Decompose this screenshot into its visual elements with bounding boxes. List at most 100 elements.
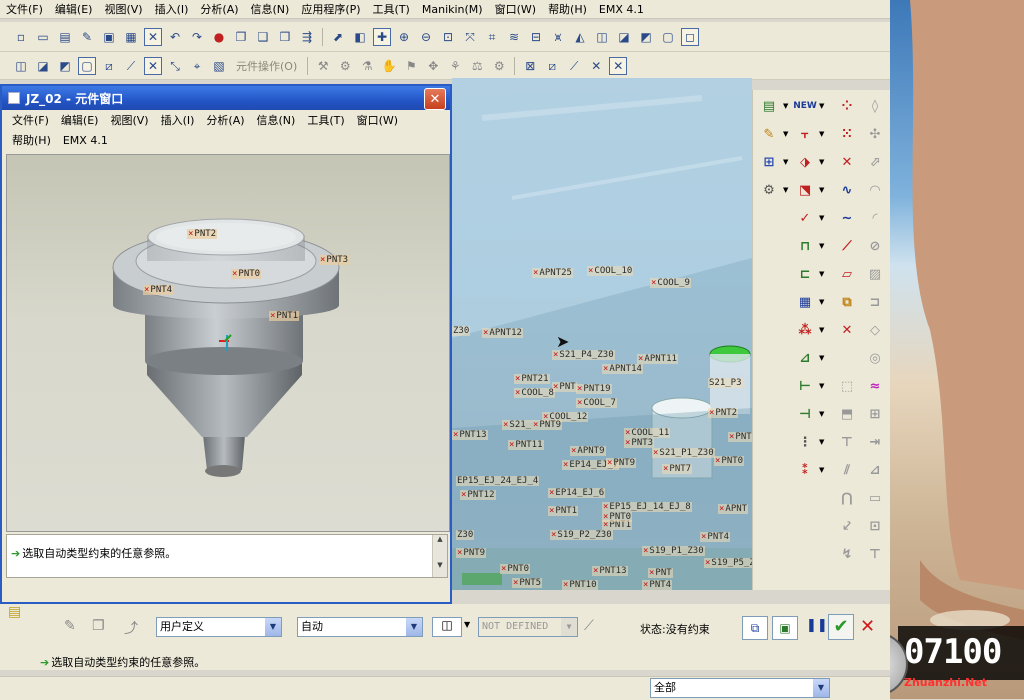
cmenu-emx[interactable]: EMX 4.1 xyxy=(57,134,114,147)
dropdown-arrow-icon[interactable]: ▼ xyxy=(819,382,824,390)
cancel-icon[interactable]: ✕ xyxy=(860,616,875,637)
dropdown-arrow-icon[interactable]: ▼ xyxy=(819,214,824,222)
dropdown-arrow-icon[interactable]: ▼ xyxy=(819,326,824,334)
cube-shaded-icon[interactable]: ▢ xyxy=(78,56,96,75)
constraint-type-select[interactable]: 自动 ▼ xyxy=(297,617,423,637)
component-window-titlebar[interactable]: JZ_02 - 元件窗口 xyxy=(2,86,450,110)
merge-icon[interactable]: ⬒ xyxy=(837,404,857,424)
toroidal-icon[interactable]: ⊤ xyxy=(865,544,885,564)
component-viewport[interactable]: ×PNT2 ×PNT3 ×PNT0 ×PNT4 ×PNT1 xyxy=(6,154,450,532)
pencil-edit-icon[interactable]: ✎ xyxy=(759,124,779,144)
cmenu-file[interactable]: 文件(F) xyxy=(6,112,55,128)
mold-tool-7-icon[interactable]: ⚘ xyxy=(446,57,464,75)
pause-icon[interactable]: ❚❚ xyxy=(806,618,828,633)
mirror-icon[interactable]: ⬚ xyxy=(837,376,857,396)
close-button[interactable]: ✕ xyxy=(424,88,446,110)
constraint-move-icon[interactable]: ⤴ xyxy=(124,618,138,638)
mold-layout-icon[interactable]: ▤ xyxy=(759,96,779,116)
chevron-down-icon[interactable]: ▼ xyxy=(813,679,829,697)
cmenu-analysis[interactable]: 分析(A) xyxy=(200,112,250,128)
mold-tool-6-icon[interactable]: ✥ xyxy=(424,57,442,75)
counter-icon[interactable]: ⁂ xyxy=(795,320,815,340)
new-icon[interactable]: NEW xyxy=(793,96,817,116)
cube-wire-icon[interactable]: ◫ xyxy=(12,57,30,75)
ejector-icon[interactable]: ⫟ xyxy=(795,124,815,144)
axis-icon[interactable]: ⟋ xyxy=(837,236,857,256)
mold-tool-8-icon[interactable]: ⚖ xyxy=(468,57,486,75)
point-display-icon[interactable]: ✕ xyxy=(587,57,605,75)
bolt-icon[interactable]: ⋮ xyxy=(795,432,815,452)
cube-hidden-icon[interactable]: ◪ xyxy=(34,57,52,75)
cmenu-edit[interactable]: 编辑(E) xyxy=(55,112,105,128)
menu-window[interactable]: 窗口(W) xyxy=(489,1,542,17)
scroll-down-icon[interactable]: ▼ xyxy=(433,561,447,569)
dropdown-arrow-icon[interactable]: ▼ xyxy=(783,130,788,138)
separate-window-button[interactable]: ⧉ xyxy=(742,616,768,640)
open-icon[interactable]: ▭ xyxy=(34,28,52,46)
hidden-line-icon[interactable]: ◪ xyxy=(615,28,633,46)
dropdown-arrow-icon[interactable]: ▼ xyxy=(819,130,824,138)
orient-icon[interactable]: ✚ xyxy=(373,27,391,46)
dropdown-arrow-icon[interactable]: ▼ xyxy=(819,242,824,250)
dropdown-arrow-icon[interactable]: ▼ xyxy=(819,438,824,446)
message-scrollbar[interactable]: ▲ ▼ xyxy=(432,535,447,577)
blend-icon[interactable]: ◠ xyxy=(865,180,885,200)
component-operations-label[interactable]: 元件操作(O) xyxy=(236,58,297,74)
table-icon[interactable]: ⊞ xyxy=(865,404,885,424)
offset-select[interactable]: NOT DEFINED ▼ xyxy=(478,617,578,637)
flexible-icon[interactable]: ↯ xyxy=(837,544,857,564)
cmenu-tools[interactable]: 工具(T) xyxy=(301,112,350,128)
wireframe-icon[interactable]: ◫ xyxy=(593,28,611,46)
point-offset-icon[interactable]: ✕ xyxy=(837,152,857,172)
mold-tool-1-icon[interactable]: ⚒ xyxy=(314,57,332,75)
flip-button[interactable]: ◫ xyxy=(432,617,462,637)
menu-tools[interactable]: 工具(T) xyxy=(367,1,416,17)
view-icon[interactable]: ◧ xyxy=(351,28,369,46)
view-manager-icon[interactable]: ⊟ xyxy=(527,28,545,46)
dropdown-arrow-icon[interactable]: ▼ xyxy=(819,158,824,166)
undo-icon[interactable]: ↶ xyxy=(166,28,184,46)
redo-icon[interactable]: ↷ xyxy=(188,28,206,46)
sweep-icon[interactable]: ⬀ xyxy=(865,152,885,172)
new-icon[interactable]: ▫ xyxy=(12,28,30,46)
shading-selected-icon[interactable]: ◻ xyxy=(681,27,699,46)
copy-icon[interactable]: ❐ xyxy=(232,28,250,46)
confirm-checkmark-button[interactable]: ✔ xyxy=(828,614,854,640)
lifter-icon[interactable]: ⬔ xyxy=(795,180,815,200)
trim-icon[interactable]: ⊤ xyxy=(837,432,857,452)
menu-emx[interactable]: EMX 4.1 xyxy=(593,3,650,16)
offset-icon[interactable]: ⫽ xyxy=(837,460,857,480)
menu-analysis[interactable]: 分析(A) xyxy=(194,1,244,17)
zoom-out-icon[interactable]: ⊖ xyxy=(417,28,435,46)
refit-icon[interactable]: ⊡ xyxy=(439,28,457,46)
surface-icon[interactable]: ◊ xyxy=(865,96,885,116)
shading-icon[interactable]: ▢ xyxy=(659,28,677,46)
support-icon[interactable]: ⊿ xyxy=(795,348,815,368)
mold-tool-4-icon[interactable]: ✋ xyxy=(380,57,398,75)
stripper-icon[interactable]: ⊢ xyxy=(795,376,815,396)
slider-icon[interactable]: ⬗ xyxy=(795,152,815,172)
pattern-icon[interactable]: ◎ xyxy=(865,348,885,368)
wrap-icon[interactable]: ⊡ xyxy=(865,516,885,536)
spring-icon[interactable]: ⁑ xyxy=(795,460,815,480)
menu-view[interactable]: 视图(V) xyxy=(98,1,148,17)
csys-display-icon[interactable]: ✕ xyxy=(609,56,628,75)
annotation-icon[interactable]: ⌖ xyxy=(188,57,206,75)
csys-icon[interactable]: ✕ xyxy=(837,320,857,340)
constraint-copy-icon[interactable]: ❐ xyxy=(92,618,105,634)
thicken-icon[interactable]: ⊿ xyxy=(865,460,885,480)
dropdown-arrow-icon[interactable]: ▼ xyxy=(783,102,788,110)
folder-icon[interactable]: ▤ xyxy=(56,28,74,46)
point-array-icon[interactable]: ⁙ xyxy=(837,124,857,144)
hole-icon[interactable]: ⊘ xyxy=(865,236,885,256)
constraint-set-select[interactable]: 用户定义 ▼ xyxy=(156,617,282,637)
pencil-icon[interactable]: ✎ xyxy=(78,28,96,46)
analysis-icon[interactable]: ⩙ xyxy=(549,28,567,46)
menu-info[interactable]: 信息(N) xyxy=(245,1,296,17)
coordinate-system-icon[interactable]: ⤡ xyxy=(166,57,184,75)
draft-icon[interactable]: ◇ xyxy=(865,320,885,340)
chevron-down-icon[interactable]: ▼ xyxy=(464,620,470,629)
revolve-icon[interactable]: ✣ xyxy=(865,124,885,144)
main-graphics-viewport[interactable]: ×APNT25 ×COOL_10 ×COOL_9 ×APNT12 Z30 ×S2… xyxy=(452,78,752,590)
chevron-down-icon[interactable]: ▼ xyxy=(406,618,422,636)
